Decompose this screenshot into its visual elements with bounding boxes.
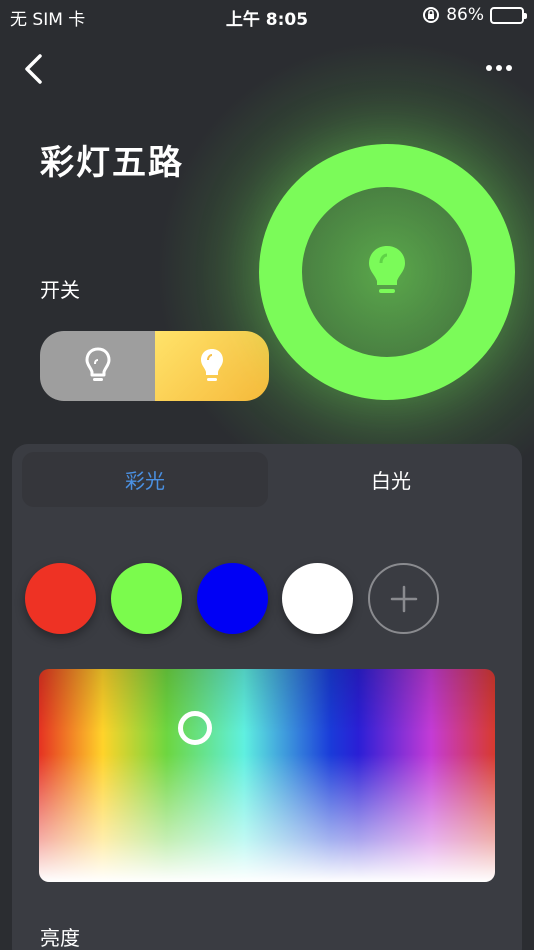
chevron-left-icon[interactable] — [20, 52, 50, 86]
color-swatch-blue[interactable] — [197, 563, 268, 634]
color-swatch-white[interactable] — [282, 563, 353, 634]
bulb-preview-icon — [369, 246, 405, 293]
color-picker-handle[interactable] — [178, 711, 212, 745]
color-swatch-green[interactable] — [111, 563, 182, 634]
tab-color-light[interactable]: 彩光 — [22, 452, 268, 507]
bulb-filled-icon — [201, 349, 223, 381]
color-swatch-red[interactable] — [25, 563, 96, 634]
bulb-outline-icon — [85, 347, 110, 381]
switch-label: 开关 — [40, 278, 80, 302]
power-off-button[interactable] — [40, 331, 155, 401]
battery-icon — [490, 6, 527, 24]
orientation-lock-icon — [423, 7, 440, 23]
color-picker-area[interactable] — [39, 669, 495, 882]
light-color-ring — [259, 144, 515, 400]
battery-percent: 86% — [446, 5, 484, 25]
more-dots-icon[interactable] — [486, 58, 514, 78]
dot — [506, 65, 512, 71]
dot — [496, 65, 502, 71]
dot — [486, 65, 492, 71]
add-color-button[interactable] — [368, 563, 439, 634]
color-control-panel: 彩光 白光 — [12, 444, 522, 950]
power-on-button[interactable] — [155, 331, 269, 401]
brightness-label: 亮度 — [40, 926, 80, 950]
power-toggle[interactable] — [40, 331, 269, 401]
device-control-screen: 无 SIM 卡 上午 8:05 86% 彩灯五路 开关 彩光 白光 亮度 — [0, 0, 534, 950]
status-bar: 无 SIM 卡 上午 8:05 86% — [0, 0, 534, 32]
page-title: 彩灯五路 — [40, 143, 184, 183]
status-right: 86% — [422, 5, 527, 25]
plus-icon — [390, 585, 417, 612]
tab-white-light[interactable]: 白光 — [268, 452, 514, 507]
